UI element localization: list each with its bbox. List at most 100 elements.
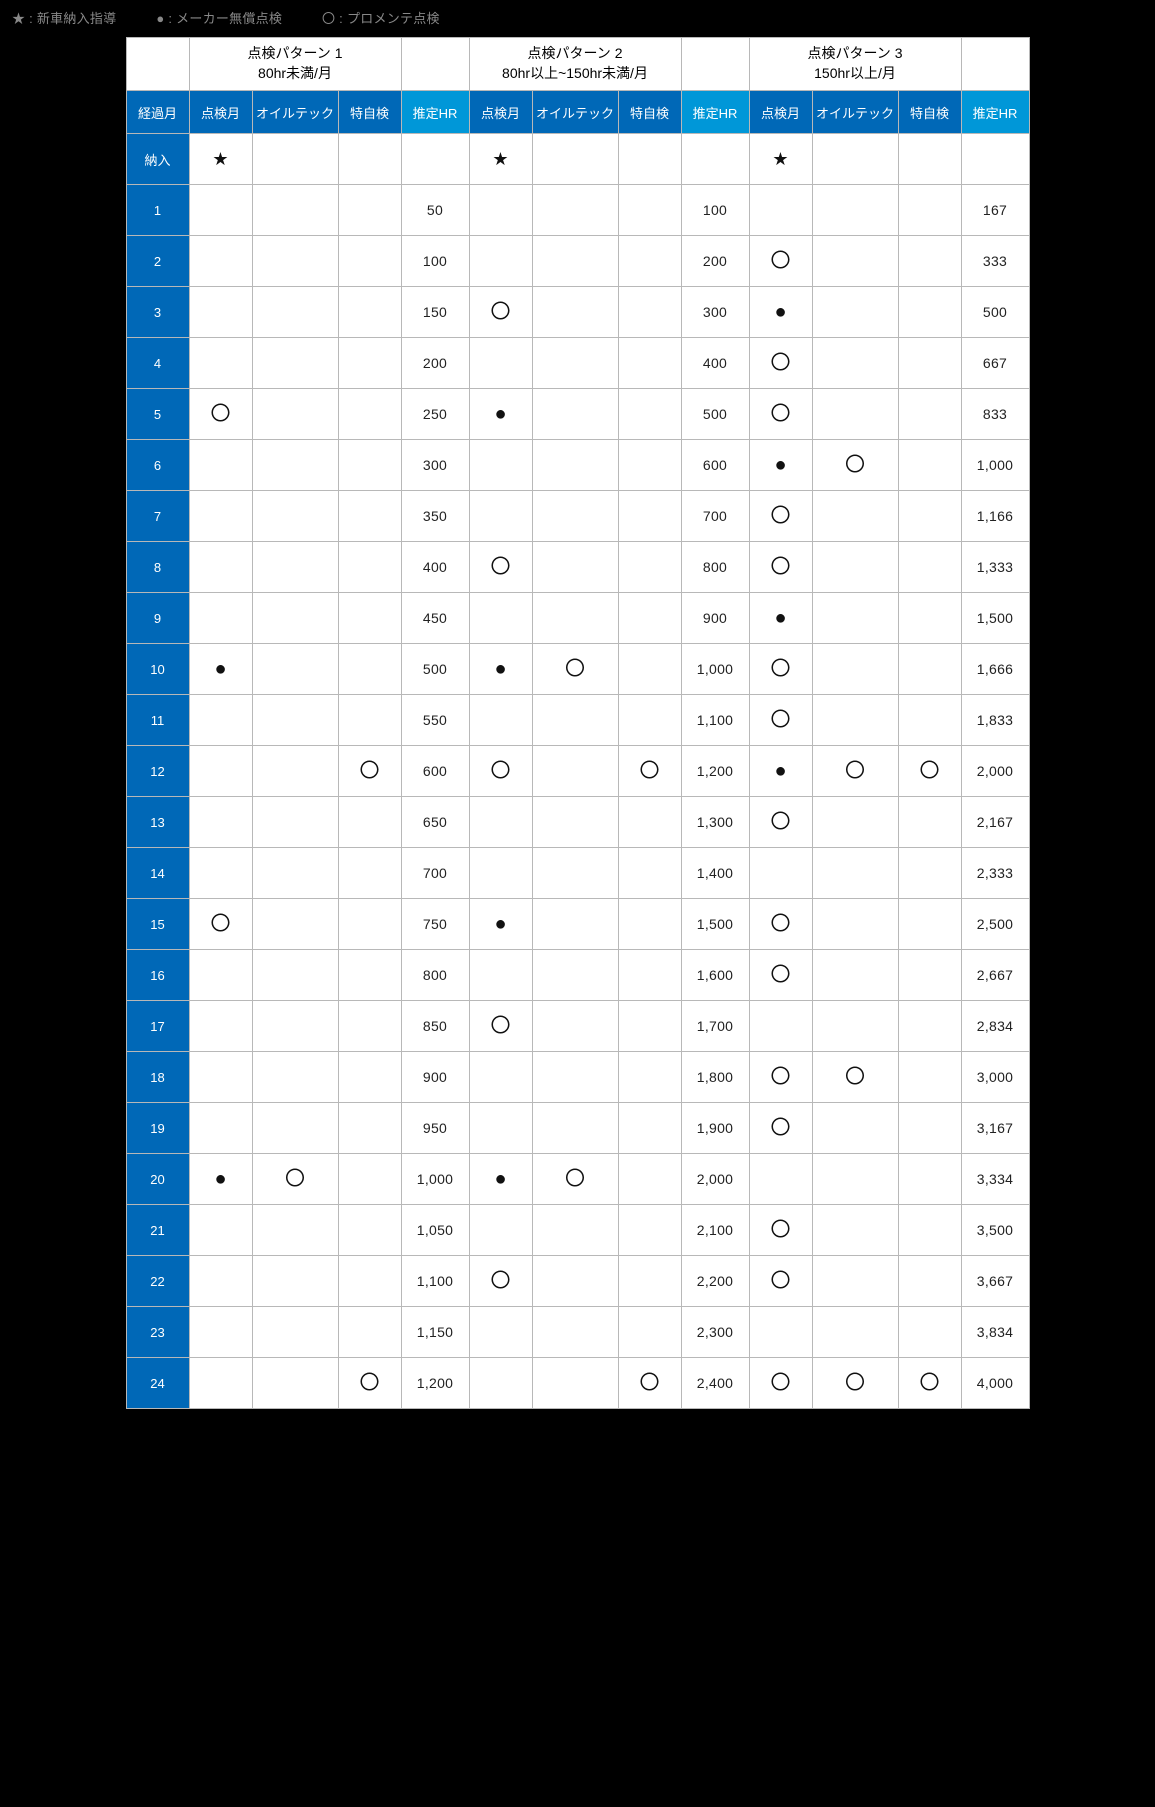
cell-hr: 2,333	[961, 848, 1029, 899]
cell-tokuji	[898, 287, 961, 338]
cell-hr: 1,100	[401, 1256, 469, 1307]
cell-hr: 1,000	[961, 440, 1029, 491]
cell-hr	[961, 134, 1029, 185]
table-row: 5〇250●500〇833	[126, 389, 1029, 440]
cell-oiltech	[812, 338, 898, 389]
cell-tokuji	[338, 950, 401, 1001]
cell-hr: 2,500	[961, 899, 1029, 950]
cell-tokuji	[618, 1256, 681, 1307]
cell-tenken	[189, 236, 252, 287]
cell-oiltech	[812, 899, 898, 950]
cell-tenken	[749, 185, 812, 236]
cell-hr: 900	[401, 1052, 469, 1103]
cell-oiltech	[812, 134, 898, 185]
cell-tokuji	[338, 797, 401, 848]
cell-oiltech	[532, 542, 618, 593]
cell-tenken	[189, 593, 252, 644]
cell-tokuji: 〇	[898, 1358, 961, 1409]
cell-hr: 2,200	[681, 1256, 749, 1307]
cell-hr: 167	[961, 185, 1029, 236]
cell-tenken: 〇	[749, 695, 812, 746]
cell-tenken	[189, 1256, 252, 1307]
cell-hr: 950	[401, 1103, 469, 1154]
cell-tokuji	[898, 1001, 961, 1052]
cell-tokuji	[898, 338, 961, 389]
cell-tokuji	[618, 1103, 681, 1154]
cell-hr: 100	[401, 236, 469, 287]
cell-hr: 833	[961, 389, 1029, 440]
cell-oiltech	[532, 440, 618, 491]
cell-hr: 1,333	[961, 542, 1029, 593]
table-row: 17850〇1,7002,834	[126, 1001, 1029, 1052]
row-label: 16	[126, 950, 189, 1001]
col-hr: 推定HR	[401, 91, 469, 134]
cell-hr: 333	[961, 236, 1029, 287]
table-row: 10●500●〇1,000〇1,666	[126, 644, 1029, 695]
cell-tokuji	[898, 644, 961, 695]
cell-hr: 500	[961, 287, 1029, 338]
cell-tokuji	[338, 848, 401, 899]
cell-tenken: ●	[189, 1154, 252, 1205]
cell-oiltech	[252, 950, 338, 1001]
cell-oiltech	[812, 1154, 898, 1205]
cell-tokuji	[618, 644, 681, 695]
cell-oiltech	[252, 1205, 338, 1256]
dot-icon: ●	[156, 11, 164, 26]
cell-hr: 1,050	[401, 1205, 469, 1256]
cell-tokuji	[898, 491, 961, 542]
cell-hr	[681, 134, 749, 185]
cell-oiltech	[252, 848, 338, 899]
table-row: 6300600●〇1,000	[126, 440, 1029, 491]
table-row: 12〇600〇〇1,200●〇〇2,000	[126, 746, 1029, 797]
cell-tenken: 〇	[749, 1256, 812, 1307]
cell-hr: 1,000	[681, 644, 749, 695]
cell-tokuji	[618, 1154, 681, 1205]
cell-oiltech	[812, 1205, 898, 1256]
cell-tenken	[189, 1205, 252, 1256]
col-tenken: 点検月	[469, 91, 532, 134]
cell-tokuji	[618, 134, 681, 185]
cell-oiltech	[252, 695, 338, 746]
cell-oiltech: 〇	[812, 1052, 898, 1103]
row-label: 23	[126, 1307, 189, 1358]
cell-tokuji	[338, 542, 401, 593]
cell-tokuji	[618, 899, 681, 950]
col-tokuji: 特自検	[898, 91, 961, 134]
star-icon: ★	[12, 11, 25, 26]
cell-tokuji	[898, 593, 961, 644]
cell-oiltech	[812, 185, 898, 236]
cell-tenken	[469, 1103, 532, 1154]
cell-tokuji	[338, 1205, 401, 1256]
cell-hr: 1,000	[401, 1154, 469, 1205]
col-tokuji: 特自検	[338, 91, 401, 134]
cell-tenken: 〇	[749, 542, 812, 593]
row-label: 11	[126, 695, 189, 746]
cell-tokuji: 〇	[898, 746, 961, 797]
cell-tenken	[189, 1358, 252, 1409]
cell-tokuji	[898, 1205, 961, 1256]
cell-tokuji	[618, 338, 681, 389]
cell-hr: 400	[681, 338, 749, 389]
cell-tenken: 〇	[749, 389, 812, 440]
cell-tokuji	[618, 185, 681, 236]
row-label: 12	[126, 746, 189, 797]
cell-hr: 700	[401, 848, 469, 899]
cell-tokuji	[338, 185, 401, 236]
cell-tokuji	[338, 1256, 401, 1307]
cell-tokuji	[898, 1052, 961, 1103]
cell-tokuji	[618, 491, 681, 542]
cell-tokuji	[338, 644, 401, 695]
row-label: 5	[126, 389, 189, 440]
cell-hr: 300	[401, 440, 469, 491]
cell-tokuji	[898, 797, 961, 848]
cell-tenken	[469, 848, 532, 899]
cell-tokuji	[338, 389, 401, 440]
row-label: 4	[126, 338, 189, 389]
cell-oiltech	[252, 1358, 338, 1409]
cell-tokuji	[898, 542, 961, 593]
cell-tokuji	[618, 950, 681, 1001]
cell-hr: 800	[681, 542, 749, 593]
cell-oiltech	[252, 236, 338, 287]
table-row: 115501,100〇1,833	[126, 695, 1029, 746]
col-oiltech: オイルテック	[252, 91, 338, 134]
